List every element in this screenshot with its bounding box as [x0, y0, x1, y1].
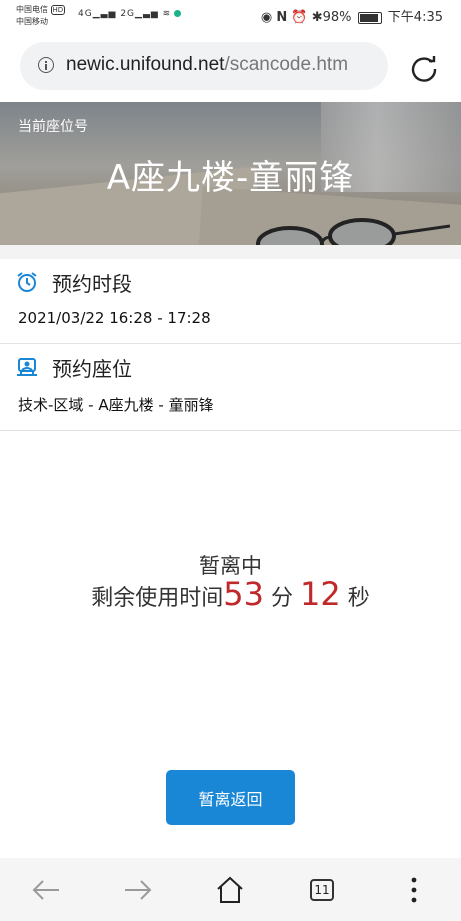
carrier-info: 中国电信 HD 中国移动	[16, 4, 66, 27]
hd-badge: HD	[50, 5, 66, 15]
remaining-label: 剩余使用时间	[91, 586, 224, 611]
time-value: 2021/03/22 16:28 - 17:28	[18, 309, 211, 327]
wifi-icon: ≋	[162, 9, 172, 19]
nfc-icon: N	[276, 10, 288, 25]
return-from-away-button[interactable]: 暂离返回	[166, 770, 295, 825]
back-button[interactable]	[26, 872, 66, 908]
tab-count: 11	[310, 879, 334, 901]
browser-nav-bar: 11	[0, 858, 461, 921]
signal-indicators: 4G▁▃▅ 2G▁▃▅ ≋	[78, 9, 182, 19]
alarm-clock-icon	[17, 272, 37, 292]
seat-banner: 当前座位号 A座九楼-童丽锋	[0, 102, 461, 245]
url-host: newic.unifound.net	[66, 54, 225, 75]
remaining-minutes: 53	[223, 575, 264, 613]
seat-value: 技术-区域 - A座九楼 - 童丽锋	[18, 396, 214, 414]
seat-section-title: 预约座位	[52, 356, 132, 381]
seat-icon	[17, 358, 37, 376]
carrier-1: 中国电信	[16, 5, 48, 14]
battery-percent: 98%	[322, 10, 352, 25]
time-section-title: 预约时段	[52, 271, 132, 296]
forward-button[interactable]	[118, 872, 158, 908]
tabs-button[interactable]: 11	[302, 872, 342, 908]
signal-2: 2G	[120, 9, 136, 19]
eye-icon: ◉	[260, 10, 273, 25]
arrow-left-icon	[32, 880, 59, 900]
alarm-icon: ⏰	[291, 10, 308, 25]
arrow-right-icon	[125, 880, 152, 900]
carrier-2: 中国移动	[16, 17, 48, 26]
home-icon	[217, 876, 243, 903]
address-bar[interactable]: newic.unifound.net/scancode.htm	[20, 42, 388, 90]
status-right: ◉ N ⏰ ✱98% 下午4:35	[261, 6, 443, 25]
more-vertical-icon	[411, 877, 417, 903]
battery-icon	[357, 11, 382, 24]
url-text[interactable]: newic.unifound.net/scancode.htm	[66, 54, 348, 76]
bluetooth-icon: ✱	[311, 10, 323, 25]
home-button[interactable]	[210, 872, 250, 908]
browser-toolbar: newic.unifound.net/scancode.htm	[0, 34, 461, 100]
url-path: /scancode.htm	[224, 54, 349, 75]
seat-label: 当前座位号	[18, 119, 88, 135]
signal-1: 4G	[78, 9, 93, 19]
seat-title: A座九楼-童丽锋	[106, 158, 355, 198]
remaining-time: 剩余使用时间53 分 12 秒	[0, 575, 461, 613]
clock: 下午4:35	[387, 10, 443, 25]
time-section: 预约时段 2021/03/22 16:28 - 17:28	[0, 259, 461, 344]
info-icon[interactable]	[38, 57, 54, 73]
menu-button[interactable]	[394, 872, 434, 908]
seconds-unit: 秒	[340, 586, 370, 611]
notification-dot-icon	[174, 10, 182, 17]
seat-section: 预约座位 技术-区域 - A座九楼 - 童丽锋	[0, 344, 461, 431]
remaining-seconds: 12	[300, 575, 341, 613]
reload-icon[interactable]	[410, 54, 438, 82]
status-bar: 中国电信 HD 中国移动 4G▁▃▅ 2G▁▃▅ ≋ ◉ N ⏰ ✱98% 下午…	[0, 0, 461, 34]
minutes-unit: 分	[264, 586, 300, 611]
